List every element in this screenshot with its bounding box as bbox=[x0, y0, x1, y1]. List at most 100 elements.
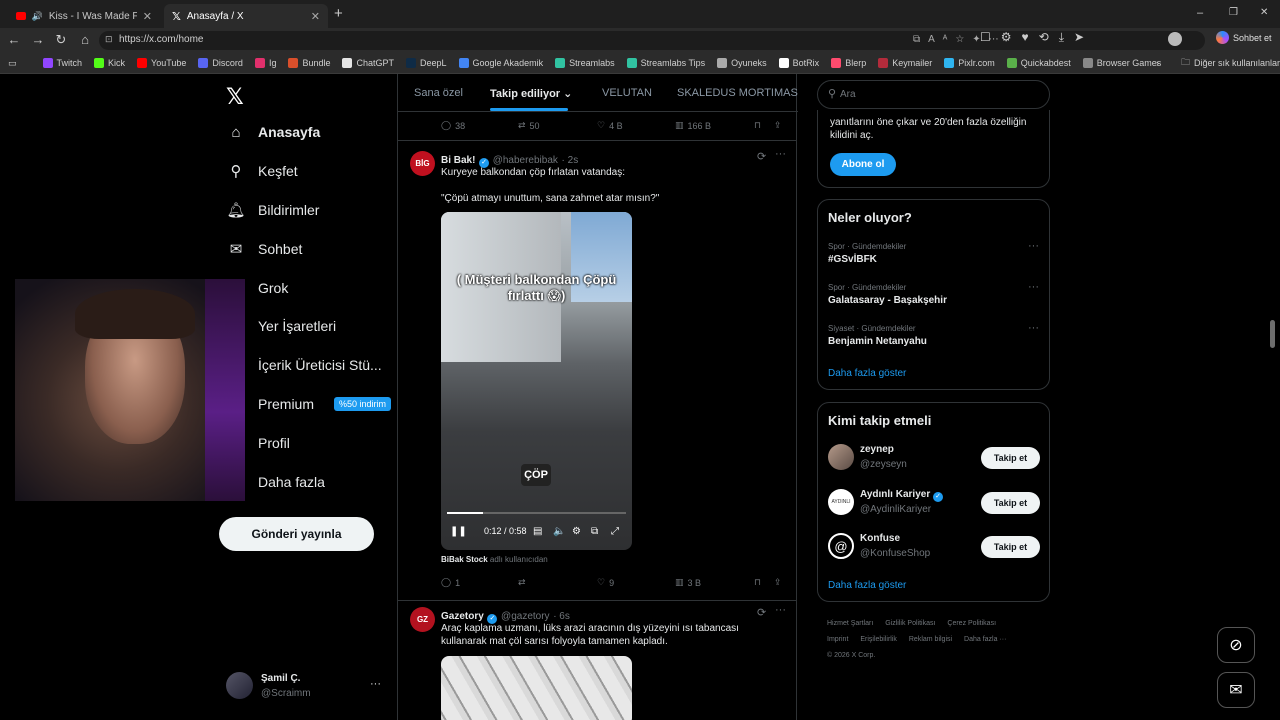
trend-more-icon[interactable]: ··· bbox=[1028, 281, 1039, 293]
tweet-more-icon[interactable]: ··· bbox=[775, 148, 786, 160]
trend-more-icon[interactable]: ··· bbox=[1028, 240, 1039, 252]
footer-link[interactable]: Reklam bilgisi bbox=[909, 636, 952, 643]
page-scrollbar[interactable] bbox=[1270, 320, 1275, 348]
home-browser-icon[interactable]: ⌂ bbox=[73, 32, 97, 47]
x-logo-icon[interactable]: 𝕏 bbox=[226, 84, 244, 110]
speaker-icon[interactable]: 🔊 bbox=[32, 11, 43, 22]
like-button[interactable]: ♡ 4 B bbox=[597, 120, 623, 131]
tweet-gazetory[interactable]: GZ Gazetory ✓ @gazetory · 6s ⟳ ··· Araç … bbox=[398, 601, 797, 720]
repost-button[interactable]: ⇄ bbox=[518, 577, 530, 588]
forward-icon[interactable]: → bbox=[26, 32, 50, 47]
grok-explain-icon[interactable]: ⟳ bbox=[757, 150, 766, 163]
sidebar-item-search[interactable]: ⚲ Keşfet bbox=[228, 163, 298, 180]
close-window-button[interactable]: ✕ bbox=[1260, 7, 1268, 18]
copilot-chat-button[interactable]: Sohbet et bbox=[1216, 31, 1272, 44]
share-button[interactable]: ⇪ bbox=[774, 120, 782, 131]
follow-name[interactable]: Aydınlı Kariyer ✓ bbox=[860, 489, 943, 502]
bookmark-item[interactable]: Streamlabs bbox=[549, 58, 621, 68]
bookmark-item[interactable]: Quickabdest bbox=[1001, 58, 1077, 68]
browser-profile-avatar[interactable] bbox=[1168, 32, 1182, 46]
bookmark-button[interactable]: ⊓ bbox=[754, 577, 761, 588]
bookmark-item[interactable]: Streamlabs Tips bbox=[621, 58, 712, 68]
follow-name[interactable]: Konfuse bbox=[860, 533, 900, 544]
browser-tab-x[interactable]: 𝕏 Anasayfa / X ✕ bbox=[164, 4, 328, 28]
sidebar-item-mail[interactable]: ✉ Sohbet bbox=[228, 241, 303, 258]
bookmark-item[interactable]: BotRix bbox=[773, 58, 826, 68]
sidebar-item-bell[interactable]: 🔔︎ Bildirimler bbox=[226, 202, 319, 219]
bookmark-item[interactable]: Pixlr.com bbox=[938, 58, 1001, 68]
bookmark-item[interactable]: Keymailer bbox=[872, 58, 938, 68]
other-bookmarks[interactable]: 🗀 Diğer sık kullanılanlar bbox=[1175, 55, 1280, 71]
browser-tab-music[interactable]: 🔊 Kiss - I Was Made For Lovin' Y ✕ bbox=[8, 4, 160, 28]
footer-link[interactable]: Gizlilik Politikası bbox=[885, 620, 935, 627]
tweet-avatar[interactable]: GZ bbox=[410, 607, 435, 632]
grok-float-button[interactable]: ⊘ bbox=[1217, 627, 1255, 663]
sidebar-item-premium[interactable]: 𝕏Premium%50 indirim bbox=[228, 396, 392, 413]
pause-icon[interactable]: ❚❚ bbox=[450, 526, 467, 537]
bookmarks-overflow-icon[interactable]: › bbox=[1150, 58, 1165, 68]
trend-item[interactable]: Spor · Gündemdekiler Galatasaray - Başak… bbox=[818, 281, 1049, 323]
tweet-author-handle[interactable]: @gazetory bbox=[501, 611, 550, 622]
trend-item[interactable]: Siyaset · Gündemdekiler Benjamin Netanya… bbox=[818, 322, 1049, 364]
footer-link[interactable]: Imprint bbox=[827, 636, 848, 643]
close-tab-icon[interactable]: ✕ bbox=[311, 10, 320, 23]
trend-more-icon[interactable]: ··· bbox=[1028, 322, 1039, 334]
sidebar-item-studio[interactable]: ⚡İçerik Üreticisi Stü... bbox=[228, 357, 382, 374]
follow-avatar[interactable]: @ bbox=[828, 533, 854, 559]
tweet-more-icon[interactable]: ··· bbox=[775, 604, 786, 616]
repost-button[interactable]: ⇄ 50 bbox=[518, 120, 540, 131]
trends-show-more[interactable]: Daha fazla göster bbox=[828, 368, 906, 379]
tweet-time[interactable]: · 6s bbox=[553, 611, 570, 622]
minimize-button[interactable]: – bbox=[1197, 7, 1203, 19]
tweet-author-name[interactable]: Gazetory bbox=[441, 611, 484, 622]
bookmark-item[interactable]: Ig bbox=[249, 58, 283, 68]
tab-for-you[interactable]: Sana özel bbox=[414, 87, 463, 99]
bookmark-item[interactable]: Blerp bbox=[825, 58, 872, 68]
follow-avatar[interactable]: AYDINLI bbox=[828, 489, 854, 515]
bookmark-item[interactable]: Twitch bbox=[37, 58, 89, 68]
tweet-video[interactable]: ( Müşteri balkondan Çöpü fırlattı 😱) ÇÖP… bbox=[441, 212, 632, 550]
bookmark-item[interactable]: YouTube bbox=[131, 58, 192, 68]
footer-link[interactable]: Hizmet Şartları bbox=[827, 620, 873, 627]
follow-button[interactable]: Takip et bbox=[981, 492, 1040, 514]
trend-item[interactable]: Spor · Gündemdekiler #GSvİBFK ··· bbox=[818, 240, 1049, 282]
messages-float-button[interactable]: ✉ bbox=[1217, 672, 1255, 708]
follow-show-more[interactable]: Daha fazla göster bbox=[828, 580, 906, 591]
refresh-icon[interactable]: ↻ bbox=[49, 32, 73, 48]
account-more-icon[interactable]: ··· bbox=[370, 678, 381, 690]
tweet-bibak[interactable]: BİG Bi Bak! ✓ @haberebibak · 2s ⟳ ··· Ku… bbox=[398, 141, 797, 601]
views-button[interactable]: ▥ 166 B bbox=[675, 120, 711, 131]
new-tab-button[interactable]: + bbox=[334, 5, 343, 22]
share-button[interactable]: ⇪ bbox=[774, 577, 782, 588]
bookmark-item[interactable]: DeepL bbox=[400, 58, 453, 68]
reply-button[interactable]: ◯ 38 bbox=[441, 120, 465, 131]
bookmark-button[interactable]: ⊓ bbox=[754, 120, 761, 131]
reply-button[interactable]: ◯ 1 bbox=[441, 577, 460, 588]
site-info-icon[interactable]: ⊡ bbox=[105, 34, 113, 45]
follow-avatar[interactable] bbox=[828, 444, 854, 470]
follow-suggestion[interactable]: zeynep @zeyseyn Takip et bbox=[818, 441, 1049, 475]
media-source-name[interactable]: BiBak Stock bbox=[441, 555, 488, 564]
tweet-avatar[interactable]: BİG bbox=[410, 151, 435, 176]
tweet-author-name[interactable]: Bi Bak! bbox=[441, 155, 475, 166]
search-input[interactable]: ⚲ Ara bbox=[817, 80, 1050, 109]
volume-icon[interactable]: 🔈 bbox=[553, 526, 565, 537]
follow-suggestion[interactable]: @ Konfuse @KonfuseShop Takip et bbox=[818, 530, 1049, 564]
bookmark-item[interactable]: ChatGPT bbox=[336, 58, 400, 68]
footer-link[interactable]: Daha fazla ··· bbox=[964, 636, 1006, 643]
grok-explain-icon[interactable]: ⟳ bbox=[757, 606, 766, 619]
sidebar-item-home[interactable]: ⌂ Anasayfa bbox=[228, 124, 320, 141]
pip-icon[interactable]: ⧉ bbox=[591, 526, 598, 537]
tab-list-skaledus[interactable]: SKALEDUS MORTIMAS bbox=[677, 87, 798, 99]
footer-link[interactable]: Çerez Politikası bbox=[947, 620, 996, 627]
follow-suggestion[interactable]: AYDINLI Aydınlı Kariyer ✓ @AydinliKariye… bbox=[818, 486, 1049, 520]
bookmarks-menu-icon[interactable]: ▭ bbox=[0, 58, 23, 69]
settings-icon[interactable]: ⚙ bbox=[572, 526, 581, 537]
video-progress-bar[interactable] bbox=[447, 512, 626, 514]
fullscreen-icon[interactable]: ⤢ bbox=[611, 526, 619, 537]
follow-button[interactable]: Takip et bbox=[981, 447, 1040, 469]
tab-list-velutan[interactable]: VELUTAN bbox=[602, 87, 652, 99]
bookmark-item[interactable]: Bundle bbox=[282, 58, 336, 68]
back-icon[interactable]: ← bbox=[2, 32, 26, 47]
captions-icon[interactable]: ▤ bbox=[533, 526, 542, 537]
